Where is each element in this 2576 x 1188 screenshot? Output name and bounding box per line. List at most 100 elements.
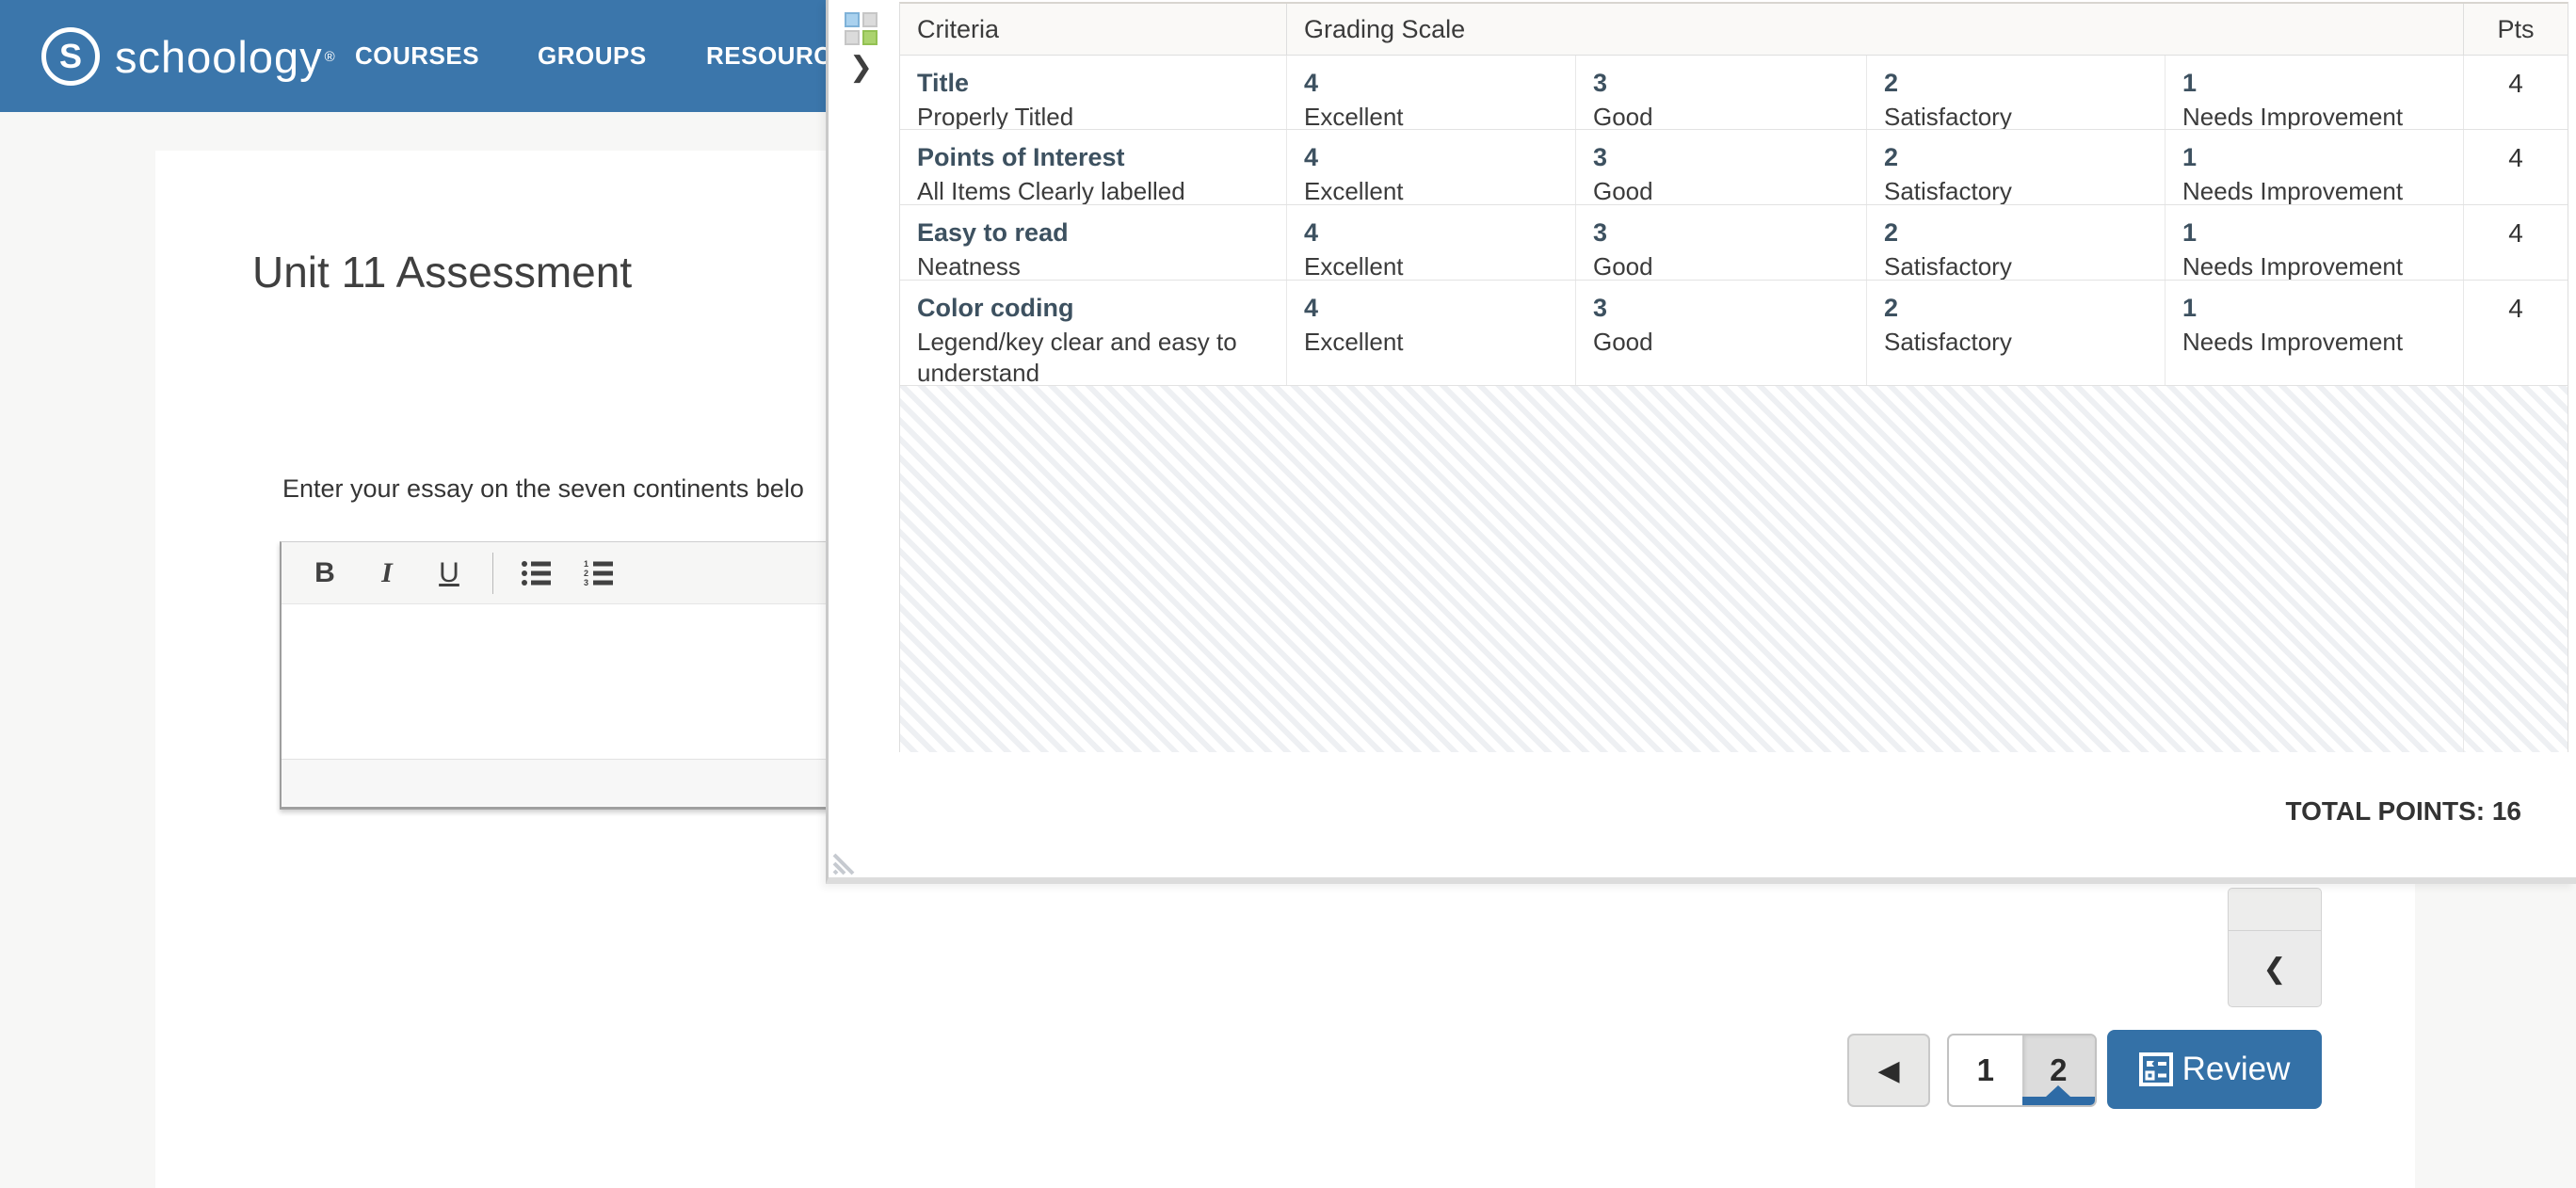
criterion-description: Properly Titled <box>917 102 1286 129</box>
page-2-label: 2 <box>2050 1052 2067 1088</box>
previous-page-button[interactable]: ◀ <box>1847 1034 1930 1107</box>
collapse-left-icon[interactable]: ❮ <box>2229 931 2321 1006</box>
current-page-pointer <box>2046 1085 2070 1097</box>
criterion-cell: Points of InterestAll Items Clearly labe… <box>900 130 1286 204</box>
level-label: Needs Improvement <box>2182 102 2463 129</box>
level-score: 1 <box>2182 65 2463 102</box>
level-label: Excellent <box>1304 327 1575 358</box>
resize-grip-icon[interactable] <box>832 849 859 880</box>
rubric-row: Color codingLegend/key clear and easy to… <box>900 281 2568 386</box>
nav-item-courses[interactable]: COURSES <box>355 0 479 112</box>
nav-item-groups[interactable]: GROUPS <box>538 0 647 112</box>
grade-level-cell: 2Satisfactory <box>1866 130 2165 204</box>
criterion-description: Neatness <box>917 251 1286 280</box>
column-header-pts: Pts <box>2463 4 2568 55</box>
level-score: 3 <box>1593 65 1866 102</box>
svg-text:1: 1 <box>584 559 588 569</box>
rubric-review-icon <box>2139 1052 2173 1086</box>
page-2-button[interactable]: 2 <box>2022 1035 2096 1105</box>
grade-level-cell: 2Satisfactory <box>1866 56 2165 129</box>
criterion-title: Easy to read <box>917 215 1286 251</box>
level-label: Excellent <box>1304 176 1575 204</box>
total-points-label: TOTAL POINTS: 16 <box>2286 796 2521 827</box>
essay-prompt-text: Enter your essay on the seven continents… <box>282 474 804 504</box>
expand-right-icon[interactable]: ❯ <box>849 51 873 84</box>
level-score: 3 <box>1593 290 1866 327</box>
rubric-table: Criteria Grading Scale Pts TitleProperly… <box>899 2 2568 752</box>
rubric-rows: TitleProperly Titled4Excellent3Good2Sati… <box>900 56 2568 386</box>
grade-level-cell: 4Excellent <box>1286 281 1575 385</box>
column-header-grading-scale: Grading Scale <box>1286 4 2463 55</box>
prev-arrow-icon: ◀ <box>1877 1054 1899 1087</box>
bullet-list-icon[interactable] <box>510 550 563 597</box>
page-switcher: 1 2 <box>1947 1034 2097 1107</box>
grade-level-cell: 2Satisfactory <box>1866 205 2165 280</box>
grade-level-cell: 1Needs Improvement <box>2165 56 2463 129</box>
criterion-title: Points of Interest <box>917 139 1286 176</box>
level-label: Excellent <box>1304 251 1575 280</box>
level-score: 1 <box>2182 139 2463 176</box>
level-label: Satisfactory <box>1884 102 2165 129</box>
review-button-label: Review <box>2182 1051 2291 1088</box>
grade-level-cell: 1Needs Improvement <box>2165 281 2463 385</box>
criterion-pts: 4 <box>2463 56 2568 129</box>
level-label: Needs Improvement <box>2182 327 2463 358</box>
page-title: Unit 11 Assessment <box>252 247 632 297</box>
criterion-pts: 4 <box>2463 130 2568 204</box>
toolbar-divider <box>492 553 493 594</box>
level-label: Needs Improvement <box>2182 251 2463 280</box>
grade-level-cell: 3Good <box>1575 130 1866 204</box>
grade-level-cell: 1Needs Improvement <box>2165 205 2463 280</box>
grade-level-cell: 3Good <box>1575 205 1866 280</box>
level-label: Good <box>1593 102 1866 129</box>
underline-button[interactable]: U <box>423 550 475 597</box>
schoology-s-icon: S <box>41 27 100 86</box>
criterion-title: Color coding <box>917 290 1286 327</box>
level-label: Satisfactory <box>1884 251 2165 280</box>
numbered-list-icon[interactable]: 1 2 3 <box>572 550 625 597</box>
grade-level-cell: 4Excellent <box>1286 130 1575 204</box>
criterion-cell: Easy to readNeatness <box>900 205 1286 280</box>
rubric-header-row: Criteria Grading Scale Pts <box>900 4 2568 56</box>
level-label: Needs Improvement <box>2182 176 2463 204</box>
level-score: 2 <box>1884 215 2165 251</box>
level-label: Good <box>1593 176 1866 204</box>
italic-button[interactable]: I <box>361 550 413 597</box>
collapse-widget: ❮ <box>2228 888 2322 1007</box>
criterion-description: All Items Clearly labelled <box>917 176 1286 204</box>
criterion-pts: 4 <box>2463 281 2568 385</box>
level-score: 4 <box>1304 139 1575 176</box>
rubric-row: Easy to readNeatness4Excellent3Good2Sati… <box>900 205 2568 281</box>
criterion-title: Title <box>917 65 1286 102</box>
page-1-button[interactable]: 1 <box>1949 1035 2022 1105</box>
criterion-cell: TitleProperly Titled <box>900 56 1286 129</box>
level-label: Good <box>1593 251 1866 280</box>
grade-level-cell: 4Excellent <box>1286 205 1575 280</box>
collapse-widget-handle[interactable] <box>2229 889 2321 931</box>
grade-level-cell: 2Satisfactory <box>1866 281 2165 385</box>
current-page-indicator <box>2022 1097 2096 1105</box>
level-score: 4 <box>1304 215 1575 251</box>
rubric-grid-icon <box>845 12 878 46</box>
criterion-description: Legend/key clear and easy to understand <box>917 327 1286 385</box>
level-label: Good <box>1593 327 1866 358</box>
schoology-logo[interactable]: S schoology ® <box>41 23 335 90</box>
bold-button[interactable]: B <box>298 550 351 597</box>
review-button[interactable]: Review <box>2107 1030 2322 1109</box>
level-score: 3 <box>1593 139 1866 176</box>
level-score: 2 <box>1884 139 2165 176</box>
criterion-cell: Color codingLegend/key clear and easy to… <box>900 281 1286 385</box>
level-score: 1 <box>2182 215 2463 251</box>
grade-level-cell: 3Good <box>1575 56 1866 129</box>
brand-wordmark: schoology <box>115 31 323 83</box>
grade-level-cell: 3Good <box>1575 281 1866 385</box>
criterion-pts: 4 <box>2463 205 2568 280</box>
column-header-criteria: Criteria <box>900 4 1286 55</box>
rubric-panel: ❯ Criteria Grading Scale Pts TitleProper… <box>826 0 2576 884</box>
level-score: 4 <box>1304 65 1575 102</box>
level-score: 2 <box>1884 65 2165 102</box>
level-score: 2 <box>1884 290 2165 327</box>
svg-text:3: 3 <box>584 578 588 587</box>
level-label: Excellent <box>1304 102 1575 129</box>
grade-level-cell: 1Needs Improvement <box>2165 130 2463 204</box>
